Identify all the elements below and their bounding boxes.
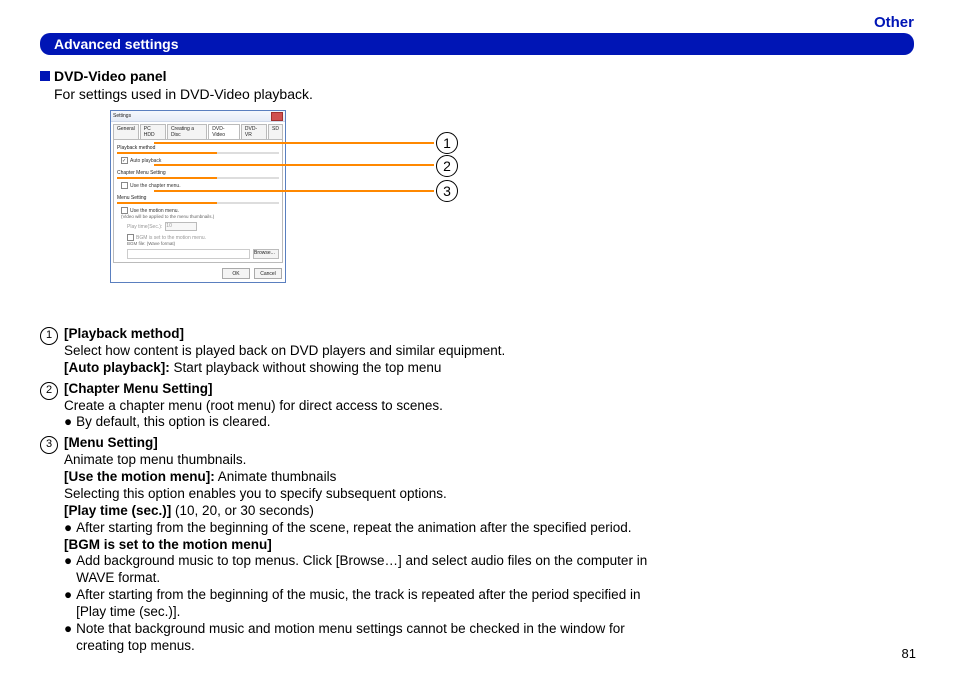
item-3-bgm-b1: Add background music to top menus. Click… [76, 553, 650, 587]
leader-2 [154, 164, 434, 166]
item-3-title: [Menu Setting] [64, 435, 650, 452]
section-heading-text: DVD-Video panel [54, 68, 167, 84]
bullet-icon: ● [64, 621, 72, 655]
item-3-use-t: Animate thumbnails [215, 469, 337, 484]
item-2: 2 [Chapter Menu Setting] Create a chapte… [40, 381, 650, 432]
item-2-desc: Create a chapter menu (root menu) for di… [64, 398, 650, 415]
auto-playback-label: Auto playback [130, 158, 161, 164]
auto-playback-checkbox[interactable]: Auto playback [121, 157, 279, 164]
item-3-pt-b: [Play time (sec.)] [64, 503, 171, 518]
tab-dvd-vr[interactable]: DVD-VR [241, 124, 267, 139]
item-3-bgm-b2: After starting from the beginning of the… [76, 587, 650, 621]
section-heading: DVD-Video panel [40, 68, 670, 84]
item-1-desc: Select how content is played back on DVD… [64, 343, 650, 360]
item-3: 3 [Menu Setting] Animate top menu thumbn… [40, 435, 650, 654]
browse-button[interactable]: Browse... [253, 249, 279, 259]
item-1-title: [Playback method] [64, 326, 650, 343]
bgm-file-label: BGM file: (Wave format) [127, 241, 279, 246]
playtime-select[interactable]: 10 [165, 222, 197, 231]
sec1-label: Playback method [117, 145, 279, 151]
sec3-label: Menu Setting [117, 195, 279, 201]
page-number: 81 [902, 646, 916, 661]
callout-1: 1 [436, 132, 458, 154]
playtime-label: Play time(Sec.): [127, 224, 162, 230]
item-3-l2: Selecting this option enables you to spe… [64, 486, 650, 503]
bgm-label: BGM is set to the motion menu. [136, 235, 206, 241]
item-1: 1 [Playback method] Select how content i… [40, 326, 650, 377]
item-2-title: [Chapter Menu Setting] [64, 381, 650, 398]
leader-1 [154, 142, 434, 144]
dialog-title-text: Settings [113, 113, 131, 119]
callout-2: 2 [436, 155, 458, 177]
title-text: Advanced settings [54, 36, 178, 52]
tab-sd[interactable]: SD [268, 124, 283, 139]
item-1-opt-t: Start playback without showing the top m… [170, 360, 442, 375]
motion-menu-checkbox[interactable]: Use the motion menu. [121, 207, 279, 214]
bgm-file-input[interactable] [127, 249, 250, 259]
dialog-footer: OK Cancel [111, 265, 285, 282]
motion-menu-label: Use the motion menu. [130, 208, 179, 214]
header-category: Other [874, 14, 914, 31]
motion-menu-note: (Video will be applied to the menu thumb… [121, 214, 279, 219]
item-3-l1: Animate top menu thumbnails. [64, 452, 650, 469]
chapter-menu-label: Use the chapter menu. [130, 183, 181, 189]
dialog-tabs: General PC HDD Creating a Disc DVD-Video… [111, 122, 285, 139]
item-3-use-b: [Use the motion menu]: [64, 469, 215, 484]
bullet-icon [40, 71, 50, 81]
tab-general[interactable]: General [113, 124, 139, 139]
item-3-pt-bullet: After starting from the beginning of the… [76, 520, 631, 537]
playtime-row: Play time(Sec.): 10 [127, 222, 279, 231]
bullet-icon: ● [64, 520, 72, 537]
item-3-pt-t: (10, 20, or 30 seconds) [171, 503, 314, 518]
tab-dvd-video[interactable]: DVD-Video [208, 124, 240, 139]
chapter-menu-checkbox[interactable]: Use the chapter menu. [121, 182, 279, 189]
dialog-titlebar: Settings [111, 111, 285, 122]
tab-creating-disc[interactable]: Creating a Disc [167, 124, 207, 139]
dialog-body: Playback method Auto playback Chapter Me… [113, 139, 283, 263]
sec2-rule [117, 177, 279, 179]
title-bar: Advanced settings [40, 33, 914, 55]
item-3-bgm-b: [BGM is set to the motion menu] [64, 537, 650, 554]
bullet-icon: ● [64, 587, 72, 621]
tab-pc-hdd[interactable]: PC HDD [140, 124, 166, 139]
ok-button[interactable]: OK [222, 268, 250, 279]
item-1-num: 1 [40, 327, 58, 345]
sec2-label: Chapter Menu Setting [117, 170, 279, 176]
cancel-button[interactable]: Cancel [254, 268, 282, 279]
bullet-icon: ● [64, 553, 72, 587]
close-icon[interactable] [271, 112, 283, 121]
item-3-num: 3 [40, 436, 58, 454]
leader-3 [154, 190, 434, 192]
sec1-rule [117, 152, 279, 154]
bullet-icon: ● [64, 414, 72, 431]
callout-3: 3 [436, 180, 458, 202]
settings-dialog: Settings General PC HDD Creating a Disc … [110, 110, 286, 283]
sec3-rule [117, 202, 279, 204]
section-desc: For settings used in DVD-Video playback. [54, 86, 670, 102]
item-1-opt-b: [Auto playback]: [64, 360, 170, 375]
item-2-num: 2 [40, 382, 58, 400]
bgm-checkbox[interactable]: BGM is set to the motion menu. [127, 234, 279, 241]
item-2-bullet: By default, this option is cleared. [76, 414, 270, 431]
item-3-bgm-b3: Note that background music and motion me… [76, 621, 650, 655]
